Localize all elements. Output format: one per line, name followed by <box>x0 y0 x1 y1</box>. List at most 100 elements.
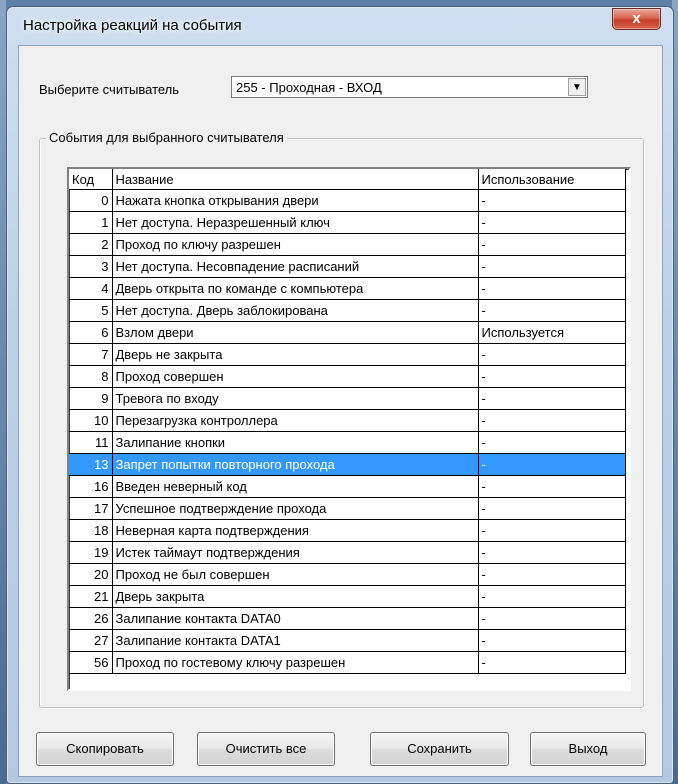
event-code-cell: 27 <box>69 629 113 652</box>
event-code-cell: 21 <box>69 585 113 608</box>
event-code-cell: 20 <box>69 563 113 586</box>
event-name-cell: Успешное подтверждение прохода <box>112 497 479 520</box>
events-groupbox: События для выбранного считывателя Код Н… <box>39 130 644 708</box>
table-row[interactable]: 3 Нет доступа. Несовпадение расписаний - <box>69 255 626 278</box>
event-code-cell: 5 <box>69 299 113 322</box>
table-row[interactable]: 26 Залипание контакта DATA0- <box>69 607 626 630</box>
reader-select-value: 255 - Проходная - ВХОД <box>236 80 382 95</box>
event-usage-cell: - <box>478 519 626 542</box>
table-row[interactable]: 10 Перезагрузка контроллера - <box>69 409 626 432</box>
event-name-cell: Залипание контакта DATA0 <box>112 607 479 630</box>
event-name-cell: Истек таймаут подтверждения <box>112 541 479 564</box>
event-usage-cell: - <box>478 343 626 366</box>
table-row[interactable]: 56 Проход по гостевому ключу разрешен - <box>69 651 626 674</box>
table-row[interactable]: 6 Взлом двери Используется <box>69 321 626 344</box>
event-usage-cell: - <box>478 497 626 520</box>
table-row[interactable]: 20 Проход не был совершен - <box>69 563 626 586</box>
column-header-usage[interactable]: Использование <box>478 169 626 190</box>
table-row[interactable]: 16 Введен неверный код - <box>69 475 626 498</box>
column-header-code[interactable]: Код <box>69 169 113 190</box>
event-code-cell: 2 <box>69 233 113 256</box>
event-code-cell: 16 <box>69 475 113 498</box>
event-usage-cell: - <box>478 563 626 586</box>
event-code-cell: 4 <box>69 277 113 300</box>
window-title: Настройка реакций на события <box>23 17 242 34</box>
event-usage-cell: - <box>478 585 626 608</box>
event-usage-cell: - <box>478 387 626 410</box>
column-header-name[interactable]: Название <box>112 169 479 190</box>
event-name-cell: Нажата кнопка открывания двери <box>112 189 479 212</box>
table-row[interactable]: 27 Залипание контакта DATA1- <box>69 629 626 652</box>
table-row[interactable]: 21 Дверь закрыта - <box>69 585 626 608</box>
event-name-cell: Проход по ключу разрешен <box>112 233 479 256</box>
event-usage-cell: - <box>478 211 626 234</box>
table-row[interactable]: 0 Нажата кнопка открывания двери - <box>69 189 626 212</box>
table-row[interactable]: 17 Успешное подтверждение прохода - <box>69 497 626 520</box>
event-code-cell: 8 <box>69 365 113 388</box>
save-button[interactable]: Сохранить <box>370 732 509 766</box>
close-button[interactable]: x <box>612 8 661 30</box>
event-code-cell: 10 <box>69 409 113 432</box>
event-usage-cell: - <box>478 607 626 630</box>
close-icon: x <box>632 10 641 27</box>
event-name-cell: Перезагрузка контроллера <box>112 409 479 432</box>
events-table: Код Название Использование 0 Нажата кнопк… <box>69 169 626 674</box>
event-code-cell: 56 <box>69 651 113 674</box>
event-name-cell: Введен неверный код <box>112 475 479 498</box>
event-code-cell: 6 <box>69 321 113 344</box>
table-row[interactable]: 8 Проход совершен - <box>69 365 626 388</box>
event-name-cell: Дверь открыта по команде с компьютера <box>112 277 479 300</box>
table-row[interactable]: 11 Залипание кнопки - <box>69 431 626 454</box>
chevron-down-icon[interactable]: ▼ <box>568 78 586 96</box>
reader-label: Выберите считыватель <box>39 82 180 97</box>
event-code-cell: 13 <box>69 453 113 476</box>
event-code-cell: 7 <box>69 343 113 366</box>
event-name-cell: Нет доступа. Дверь заблокирована <box>112 299 479 322</box>
table-row[interactable]: 18 Неверная карта подтверждения - <box>69 519 626 542</box>
events-group-title: События для выбранного считывателя <box>46 130 287 145</box>
event-name-cell: Проход совершен <box>112 365 479 388</box>
event-usage-cell: - <box>478 409 626 432</box>
event-name-cell: Нет доступа. Неразрешенный ключ <box>112 211 479 234</box>
exit-button[interactable]: Выход <box>530 732 646 766</box>
table-row[interactable]: 9 Тревога по входу - <box>69 387 626 410</box>
dialog-client-area: Выберите считыватель 255 - Проходная - В… <box>18 45 663 777</box>
table-row[interactable]: 1 Нет доступа. Неразрешенный ключ - <box>69 211 626 234</box>
event-name-cell: Залипание контакта DATA1 <box>112 629 479 652</box>
event-code-cell: 26 <box>69 607 113 630</box>
reader-select[interactable]: 255 - Проходная - ВХОД ▼ <box>231 76 588 98</box>
event-name-cell: Дверь не закрыта <box>112 343 479 366</box>
events-table-container: Код Название Использование 0 Нажата кнопк… <box>67 167 631 691</box>
clear-all-button[interactable]: Очистить все <box>197 732 335 766</box>
event-name-cell: Залипание кнопки <box>112 431 479 454</box>
event-code-cell: 18 <box>69 519 113 542</box>
event-usage-cell: - <box>478 453 626 476</box>
table-row[interactable]: 2 Проход по ключу разрешен - <box>69 233 626 256</box>
table-row[interactable]: 13 Запрет попытки повторного прохода - <box>69 453 626 476</box>
event-usage-cell: - <box>478 651 626 674</box>
table-header-row: Код Название Использование <box>69 169 626 190</box>
title-bar[interactable]: Настройка реакций на события x <box>7 7 673 43</box>
event-usage-cell: - <box>478 541 626 564</box>
table-row[interactable]: 19 Истек таймаут подтверждения - <box>69 541 626 564</box>
event-name-cell: Тревога по входу <box>112 387 479 410</box>
event-code-cell: 19 <box>69 541 113 564</box>
event-name-cell: Запрет попытки повторного прохода <box>112 453 479 476</box>
table-row[interactable]: 4 Дверь открыта по команде с компьютера - <box>69 277 626 300</box>
event-name-cell: Неверная карта подтверждения <box>112 519 479 542</box>
event-code-cell: 11 <box>69 431 113 454</box>
event-name-cell: Проход по гостевому ключу разрешен <box>112 651 479 674</box>
event-usage-cell: - <box>478 629 626 652</box>
event-usage-cell: - <box>478 189 626 212</box>
event-usage-cell: - <box>478 365 626 388</box>
event-code-cell: 3 <box>69 255 113 278</box>
event-code-cell: 1 <box>69 211 113 234</box>
event-usage-cell: - <box>478 475 626 498</box>
event-usage-cell: Используется <box>478 321 626 344</box>
event-code-cell: 9 <box>69 387 113 410</box>
event-usage-cell: - <box>478 299 626 322</box>
copy-button[interactable]: Скопировать <box>36 732 174 766</box>
event-usage-cell: - <box>478 431 626 454</box>
table-row[interactable]: 7 Дверь не закрыта - <box>69 343 626 366</box>
table-row[interactable]: 5 Нет доступа. Дверь заблокирована - <box>69 299 626 322</box>
